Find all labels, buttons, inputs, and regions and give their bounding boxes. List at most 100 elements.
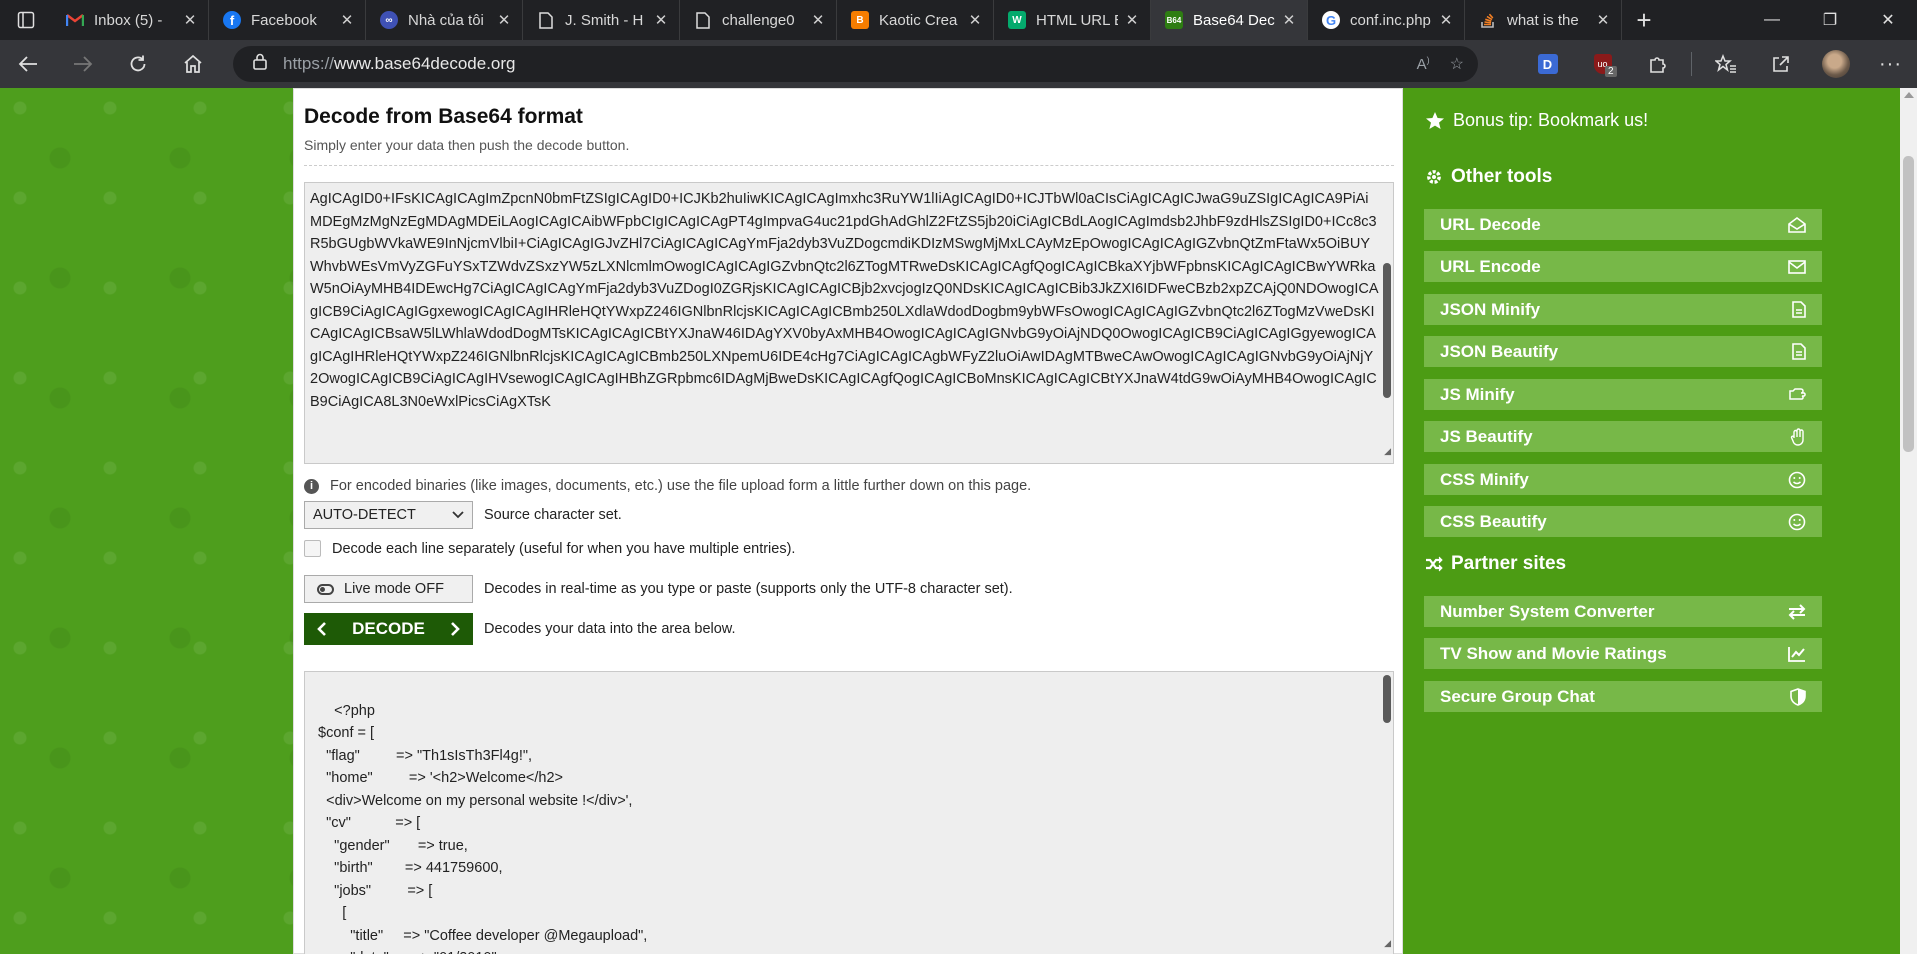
- envelope-icon: [1788, 259, 1806, 274]
- tab-title: J. Smith - H: [565, 11, 644, 29]
- partner-label: Secure Group Chat: [1440, 686, 1595, 706]
- home-button[interactable]: [165, 40, 220, 88]
- extension-d-button[interactable]: D: [1520, 40, 1575, 88]
- read-aloud-icon[interactable]: A): [1417, 55, 1430, 73]
- file-icon: [1792, 343, 1806, 360]
- profile-button[interactable]: [1808, 40, 1863, 88]
- page-scrollbar[interactable]: [1900, 88, 1917, 954]
- tool-label: CSS Beautify: [1440, 511, 1547, 531]
- tool-url-decode[interactable]: URL Decode: [1424, 209, 1822, 240]
- forward-button[interactable]: [55, 40, 110, 88]
- charset-value: AUTO-DETECT: [313, 507, 416, 523]
- each-line-checkbox[interactable]: [304, 540, 321, 557]
- shuffle-icon: [1426, 556, 1443, 572]
- refresh-button[interactable]: [110, 40, 165, 88]
- tab-gmail[interactable]: Inbox (5) - ✕: [52, 0, 209, 40]
- tab-base64[interactable]: B64 Base64 Dec ✕: [1151, 0, 1308, 40]
- tool-js-beautify[interactable]: JS Beautify: [1424, 421, 1822, 452]
- close-icon[interactable]: ✕: [1281, 11, 1297, 29]
- partner-number-system[interactable]: Number System Converter: [1424, 596, 1822, 627]
- menu-button[interactable]: ···: [1863, 40, 1917, 88]
- partner-sites-label: Partner sites: [1451, 553, 1567, 574]
- chevron-right-icon: [451, 622, 460, 636]
- lock-icon[interactable]: [253, 53, 267, 75]
- binary-info: i For encoded binaries (like images, doc…: [304, 478, 1031, 494]
- url-host: www.base64decode.org: [334, 54, 516, 73]
- tool-label: JSON Minify: [1440, 299, 1541, 319]
- close-icon[interactable]: ✕: [496, 11, 512, 29]
- toggle-icon: [317, 583, 334, 595]
- decode-label: DECODE: [352, 619, 425, 638]
- tab-j-smith[interactable]: J. Smith - H ✕: [523, 0, 680, 40]
- tab-nha-cua-toi[interactable]: ∞ Nhà của tôi ✕: [366, 0, 523, 40]
- url-bar[interactable]: https://www.base64decode.org A) ☆: [233, 46, 1478, 82]
- close-icon[interactable]: ✕: [810, 11, 826, 29]
- more-icon: ···: [1879, 52, 1902, 75]
- each-line-label[interactable]: Decode each line separately (useful for …: [332, 541, 795, 557]
- output-scrollbar[interactable]: [1383, 675, 1391, 723]
- decode-button[interactable]: DECODE: [304, 613, 473, 645]
- chart-icon: [1788, 646, 1805, 662]
- w3-icon: W: [1008, 11, 1026, 29]
- bonus-tip: Bonus tip: Bookmark us!: [1425, 110, 1648, 131]
- partner-secure-chat[interactable]: Secure Group Chat: [1424, 681, 1822, 712]
- tool-json-minify[interactable]: JSON Minify: [1424, 294, 1822, 325]
- tool-js-minify[interactable]: JS Minify: [1424, 379, 1822, 410]
- tab-title: HTML URL E: [1036, 11, 1118, 29]
- tab-kaotic[interactable]: B Kaotic Crea ✕: [837, 0, 994, 40]
- favorites-button[interactable]: [1698, 40, 1753, 88]
- close-icon[interactable]: ✕: [1438, 11, 1454, 29]
- close-icon[interactable]: ✕: [1595, 11, 1611, 29]
- close-icon[interactable]: ✕: [1124, 11, 1140, 29]
- base64-input[interactable]: AgICAgID0+IFsKICAgICAgImZpcnN0bmFtZSIgIC…: [304, 182, 1394, 464]
- blogger-icon: B: [851, 11, 869, 29]
- partner-tv-ratings[interactable]: TV Show and Movie Ratings: [1424, 638, 1822, 669]
- input-scrollbar[interactable]: [1383, 263, 1391, 398]
- tab-what-is-the[interactable]: what is the ✕: [1465, 0, 1622, 40]
- page-scrollbar-thumb[interactable]: [1903, 156, 1914, 452]
- tool-label: CSS Minify: [1440, 469, 1529, 489]
- share-button[interactable]: [1753, 40, 1808, 88]
- close-icon[interactable]: ✕: [967, 11, 983, 29]
- tab-conf-inc[interactable]: G conf.inc.php ✕: [1308, 0, 1465, 40]
- close-icon[interactable]: ✕: [653, 11, 669, 29]
- tab-bar: Inbox (5) - ✕ f Facebook ✕ ∞ Nhà của tôi…: [0, 0, 1917, 40]
- close-icon[interactable]: ✕: [182, 11, 198, 29]
- other-tools-label: Other tools: [1451, 166, 1553, 187]
- back-button[interactable]: [0, 40, 55, 88]
- decoded-output[interactable]: <?php $conf = [ "flag" => "Th1sIsTh3Fl4g…: [304, 671, 1394, 954]
- resize-handle[interactable]: ◢: [1384, 440, 1391, 463]
- tab-actions-button[interactable]: [0, 0, 52, 40]
- tool-css-beautify[interactable]: CSS Beautify: [1424, 506, 1822, 537]
- ublock-badge: 2: [1605, 66, 1617, 77]
- close-window-button[interactable]: ✕: [1859, 0, 1917, 40]
- tool-css-minify[interactable]: CSS Minify: [1424, 464, 1822, 495]
- gmail-icon: [66, 11, 84, 29]
- page-subtitle: Simply enter your data then push the dec…: [304, 137, 630, 153]
- shield-icon: [1790, 687, 1806, 706]
- tab-html-url[interactable]: W HTML URL E ✕: [994, 0, 1151, 40]
- new-tab-button[interactable]: +: [1622, 0, 1666, 40]
- tool-json-beautify[interactable]: JSON Beautify: [1424, 336, 1822, 367]
- favorite-add-icon[interactable]: ☆: [1450, 54, 1464, 74]
- minimize-button[interactable]: —: [1743, 0, 1801, 40]
- charset-row: AUTO-DETECT Source character set.: [304, 501, 622, 529]
- tool-url-encode[interactable]: URL Encode: [1424, 251, 1822, 282]
- live-mode-button[interactable]: Live mode OFF: [304, 575, 473, 603]
- favorites-icon: [1714, 54, 1736, 73]
- tool-label: JSON Beautify: [1440, 341, 1559, 361]
- scroll-up-icon[interactable]: [1904, 92, 1914, 98]
- info-text: For encoded binaries (like images, docum…: [330, 478, 1032, 494]
- close-icon[interactable]: ✕: [339, 11, 355, 29]
- extensions-button[interactable]: [1630, 40, 1685, 88]
- resize-handle[interactable]: ◢: [1384, 932, 1391, 954]
- charset-select[interactable]: AUTO-DETECT: [304, 501, 473, 529]
- live-mode-desc: Decodes in real-time as you type or past…: [484, 581, 1013, 597]
- restore-button[interactable]: ❐: [1801, 0, 1859, 40]
- tool-label: JS Beautify: [1440, 426, 1533, 446]
- tab-challenge[interactable]: challenge0 ✕: [680, 0, 837, 40]
- tab-facebook[interactable]: f Facebook ✕: [209, 0, 366, 40]
- ublock-button[interactable]: uo 2: [1575, 40, 1630, 88]
- chevron-down-icon: [452, 511, 464, 519]
- decode-panel: Decode from Base64 format Simply enter y…: [293, 88, 1403, 954]
